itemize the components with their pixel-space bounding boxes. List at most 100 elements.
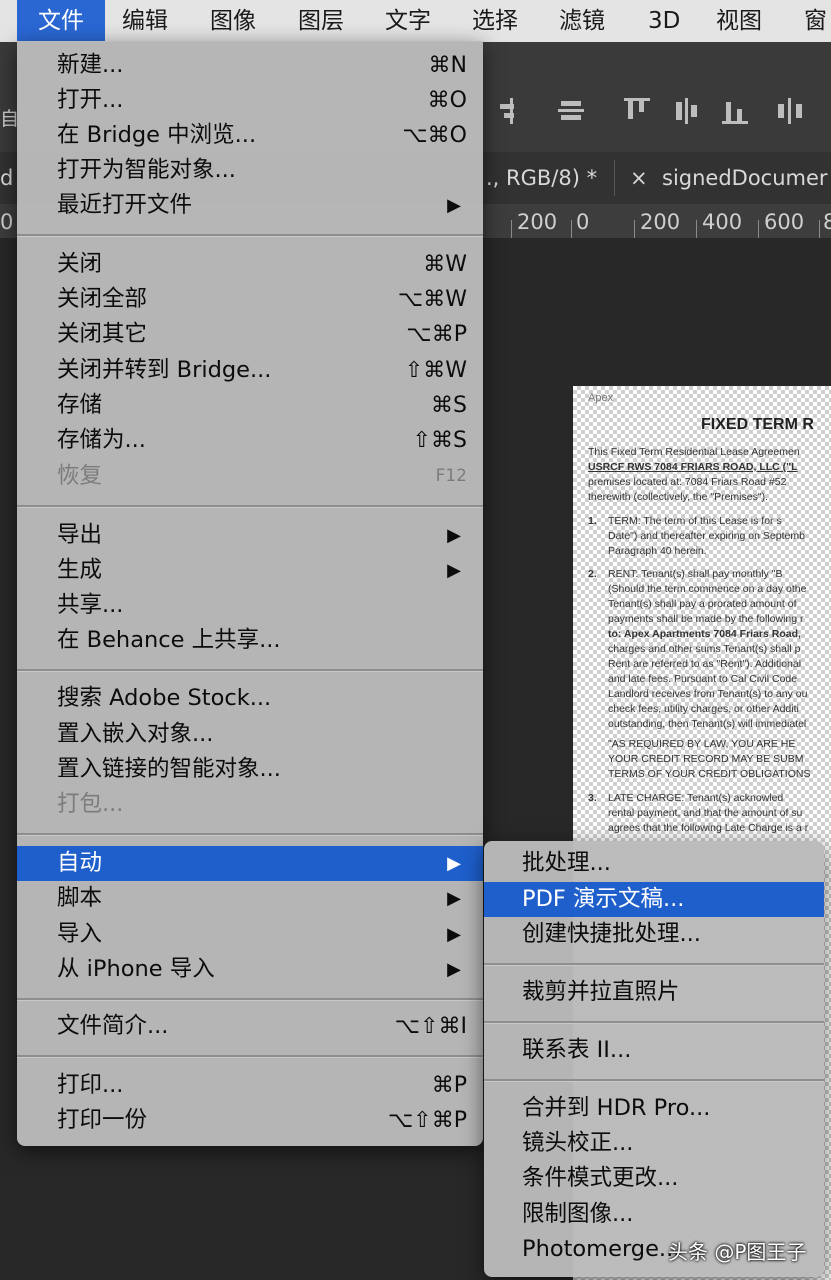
menu-item-share-on-behance[interactable]: 在 Behance 上共享... bbox=[17, 623, 483, 658]
menu-item-crop-and-straighten[interactable]: 裁剪并拉直照片 bbox=[484, 975, 824, 1010]
menu-item-label: Photomerge... bbox=[522, 1236, 681, 1262]
menu-item-open-as-smart-object[interactable]: 打开为智能对象... bbox=[17, 153, 483, 188]
menu-item-label: 合并到 HDR Pro... bbox=[522, 1095, 711, 1121]
menu-item-place-linked[interactable]: 置入链接的智能对象... bbox=[17, 752, 483, 787]
ruler-tick bbox=[511, 220, 512, 238]
doc-tab-active[interactable]: ., RGB/8) * bbox=[486, 152, 597, 204]
doc-text-line: This Fixed Term Residential Lease Agreem… bbox=[588, 446, 800, 458]
menu-item-close-all[interactable]: 关闭全部 ⌥⌘W bbox=[17, 282, 483, 317]
doc-text-line: "AS REQUIRED BY LAW, YOU ARE HE bbox=[608, 738, 796, 750]
doc-text-line: USRCF RWS 7084 FRIARS ROAD, LLC ("L bbox=[588, 461, 798, 473]
doc-header: Apex bbox=[588, 392, 614, 404]
menu-select[interactable]: 选择 bbox=[472, 0, 518, 42]
menu-item-share[interactable]: 共享... bbox=[17, 588, 483, 623]
menu-item-save-as[interactable]: 存储为... ⇧⌘S bbox=[17, 423, 483, 458]
ruler-tick bbox=[634, 220, 635, 238]
menu-item-batch[interactable]: 批处理... bbox=[484, 846, 824, 881]
menu-item-label: 关闭 bbox=[57, 251, 103, 277]
menu-window[interactable]: 窗 bbox=[804, 0, 827, 42]
ruler-label: 200 bbox=[517, 210, 558, 234]
menu-separator bbox=[17, 1055, 483, 1058]
menu-item-label: 导入 bbox=[57, 921, 103, 947]
menu-item-create-droplet[interactable]: 创建快捷批处理... bbox=[484, 917, 824, 952]
menu-item-open[interactable]: 打开... ⌘O bbox=[17, 83, 483, 118]
menu-item-merge-to-hdr[interactable]: 合并到 HDR Pro... bbox=[484, 1091, 824, 1126]
doc-text-line: Paragraph 40 herein. bbox=[608, 545, 707, 557]
file-menu: 新建... ⌘N 打开... ⌘O 在 Bridge 中浏览... ⌥⌘O 打开为智能… bbox=[17, 41, 483, 1146]
menu-filter[interactable]: 滤镜 bbox=[559, 0, 605, 42]
menu-separator bbox=[484, 1079, 824, 1082]
ruler-label: 200 bbox=[640, 210, 681, 234]
menu-item-new[interactable]: 新建... ⌘N bbox=[17, 48, 483, 83]
menu-item-file-info[interactable]: 文件简介... ⌥⇧⌘I bbox=[17, 1009, 483, 1044]
menu-item-contact-sheet[interactable]: 联系表 II... bbox=[484, 1033, 824, 1068]
menu-item-shortcut: ⌥⌘O bbox=[402, 123, 467, 148]
menu-item-pdf-presentation[interactable]: PDF 演示文稿... bbox=[484, 882, 824, 917]
align-vcenter-icon[interactable] bbox=[672, 96, 702, 126]
menu-item-print[interactable]: 打印... ⌘P bbox=[17, 1068, 483, 1103]
menu-item-close[interactable]: 关闭 ⌘W bbox=[17, 247, 483, 282]
doc-text-line: outstanding, then Tenant(s) will immedia… bbox=[608, 718, 807, 730]
doc-text-line: Rent are referred to as "Rent"). Additio… bbox=[608, 658, 802, 670]
menu-view[interactable]: 视图 bbox=[716, 0, 762, 42]
menu-item-label: 条件模式更改... bbox=[522, 1165, 679, 1191]
align-left-icon[interactable] bbox=[498, 96, 528, 126]
align-top-icon[interactable] bbox=[622, 96, 652, 126]
menu-item-fit-image[interactable]: 限制图像... bbox=[484, 1197, 824, 1232]
menu-separator bbox=[484, 1021, 824, 1024]
menu-item-import-from-iphone[interactable]: 从 iPhone 导入 ▶ bbox=[17, 952, 483, 987]
doc-text-line: rental payment, and that the amount of s… bbox=[608, 807, 803, 819]
menu-item-label: 创建快捷批处理... bbox=[522, 921, 701, 947]
menu-item-label: 镜头校正... bbox=[522, 1130, 634, 1156]
menu-item-export[interactable]: 导出 ▶ bbox=[17, 518, 483, 553]
menu-item-lens-correction[interactable]: 镜头校正... bbox=[484, 1126, 824, 1161]
menu-item-open-recent[interactable]: 最近打开文件 ▶ bbox=[17, 188, 483, 223]
close-icon[interactable]: × bbox=[630, 152, 648, 204]
doc-tab-partial[interactable]: d bbox=[0, 152, 13, 204]
menu-item-import[interactable]: 导入 ▶ bbox=[17, 917, 483, 952]
doc-text-line: RENT: Tenant(s) shall pay monthly "B bbox=[608, 568, 783, 580]
menu-item-browse-in-bridge[interactable]: 在 Bridge 中浏览... ⌥⌘O bbox=[17, 118, 483, 153]
menu-item-revert: 恢复 F12 bbox=[17, 459, 483, 494]
align-bottom-icon[interactable] bbox=[720, 96, 750, 126]
ruler-label: 0 bbox=[0, 210, 14, 234]
menu-item-label: 打印一份 bbox=[57, 1107, 148, 1133]
submenu-arrow-icon: ▶ bbox=[447, 959, 461, 980]
doc-text-line: check fees, utility charges, or other Ad… bbox=[608, 703, 799, 715]
align-right-icon[interactable] bbox=[776, 96, 806, 126]
menu-item-label: 共享... bbox=[57, 592, 124, 618]
ruler-label: 8 bbox=[823, 210, 831, 234]
menu-layer[interactable]: 图层 bbox=[298, 0, 344, 42]
menu-image[interactable]: 图像 bbox=[210, 0, 256, 42]
menu-item-scripts[interactable]: 脚本 ▶ bbox=[17, 881, 483, 916]
menu-3d[interactable]: 3D bbox=[648, 0, 680, 42]
menu-item-shortcut: F12 bbox=[435, 466, 467, 486]
submenu-arrow-icon: ▶ bbox=[447, 888, 461, 909]
menu-bar: 文件 编辑 图像 图层 文字 选择 滤镜 3D 视图 窗 bbox=[0, 0, 831, 42]
menu-item-close-others[interactable]: 关闭其它 ⌥⌘P bbox=[17, 317, 483, 352]
menu-item-generate[interactable]: 生成 ▶ bbox=[17, 553, 483, 588]
ruler-label: 0 bbox=[576, 210, 590, 234]
doc-tab-signed[interactable]: signedDocumer bbox=[662, 152, 828, 204]
menu-separator bbox=[484, 963, 824, 966]
align-hcenter-icon[interactable] bbox=[556, 96, 586, 126]
menu-item-shortcut: ⌘O bbox=[427, 88, 467, 113]
menu-type[interactable]: 文字 bbox=[385, 0, 431, 42]
doc-text-line: therewith (collectively, the "Premises")… bbox=[588, 491, 768, 503]
menu-item-conditional-mode-change[interactable]: 条件模式更改... bbox=[484, 1161, 824, 1196]
menu-item-close-and-go-to-bridge[interactable]: 关闭并转到 Bridge... ⇧⌘W bbox=[17, 353, 483, 388]
menu-item-shortcut: ⇧⌘W bbox=[404, 358, 467, 383]
menu-item-print-one-copy[interactable]: 打印一份 ⌥⇧⌘P bbox=[17, 1103, 483, 1138]
menu-item-label: 裁剪并拉直照片 bbox=[522, 979, 680, 1005]
menu-item-automate[interactable]: 自动 ▶ bbox=[17, 846, 483, 881]
menu-item-save[interactable]: 存储 ⌘S bbox=[17, 388, 483, 423]
doc-text-line: and late fees. Pursuant to Cal Civil Cod… bbox=[608, 673, 798, 685]
automate-submenu: 批处理... PDF 演示文稿... 创建快捷批处理... 裁剪并拉直照片 联系… bbox=[484, 841, 824, 1277]
menu-item-search-adobe-stock[interactable]: 搜索 Adobe Stock... bbox=[17, 681, 483, 716]
menu-item-label: 打开为智能对象... bbox=[57, 157, 236, 183]
menu-edit[interactable]: 编辑 bbox=[122, 0, 168, 42]
doc-text-line: Date") and thereafter expiring on Septem… bbox=[608, 530, 805, 542]
tab-separator bbox=[614, 160, 615, 196]
menu-item-place-embedded[interactable]: 置入嵌入对象... bbox=[17, 717, 483, 752]
menu-file[interactable]: 文件 bbox=[17, 0, 105, 42]
